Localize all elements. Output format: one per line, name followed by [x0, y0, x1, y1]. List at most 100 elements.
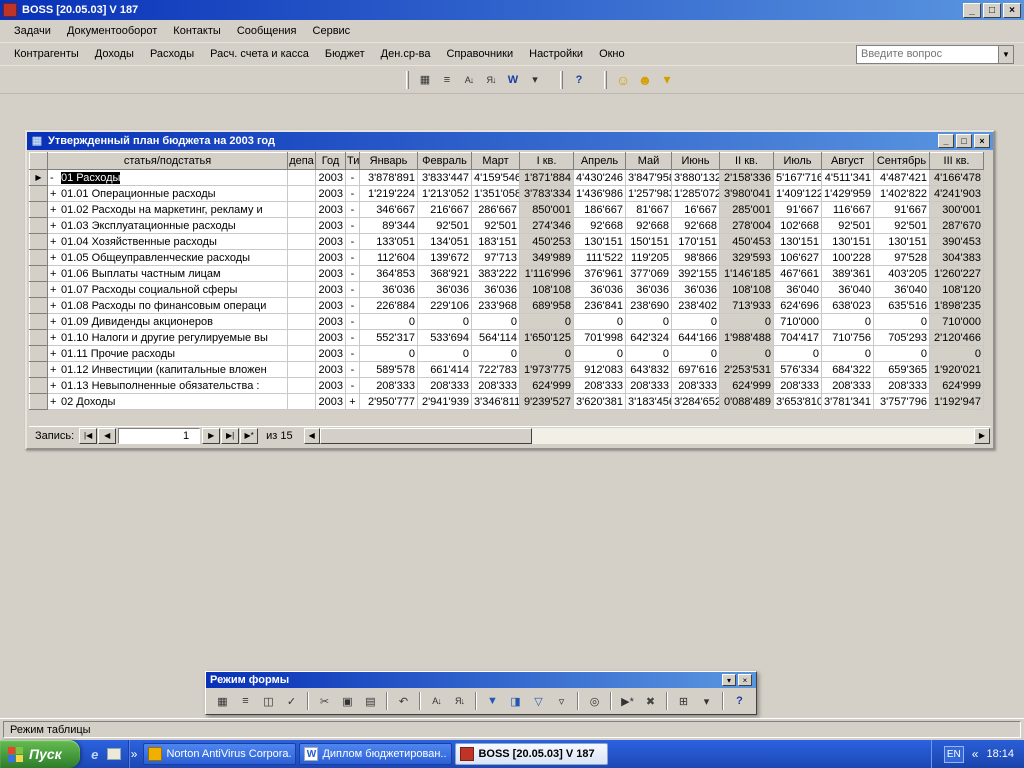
- type-cell[interactable]: -: [346, 362, 360, 378]
- article-cell[interactable]: +01.08 Расходы по финансовым операци: [48, 298, 288, 314]
- value-cell[interactable]: 36'036: [672, 282, 720, 298]
- value-cell[interactable]: 576'334: [774, 362, 822, 378]
- value-cell[interactable]: 701'998: [574, 330, 626, 346]
- database-window-icon[interactable]: ⊞: [672, 691, 695, 711]
- select-all-corner[interactable]: [30, 153, 48, 170]
- help-icon[interactable]: ?: [728, 691, 751, 711]
- minimize-button[interactable]: _: [963, 3, 981, 18]
- dept-cell[interactable]: [288, 282, 316, 298]
- dept-cell[interactable]: [288, 314, 316, 330]
- value-cell[interactable]: 368'921: [418, 266, 472, 282]
- value-cell[interactable]: 3'781'341: [822, 394, 874, 410]
- value-cell[interactable]: 2'253'531: [720, 362, 774, 378]
- value-cell[interactable]: 92'501: [822, 218, 874, 234]
- value-cell[interactable]: 208'333: [774, 378, 822, 394]
- value-cell[interactable]: 552'317: [360, 330, 418, 346]
- year-cell[interactable]: 2003: [316, 314, 346, 330]
- value-cell[interactable]: 16'667: [672, 202, 720, 218]
- value-cell[interactable]: 36'040: [874, 282, 930, 298]
- value-cell[interactable]: 98'866: [672, 250, 720, 266]
- value-cell[interactable]: 0: [672, 346, 720, 362]
- dept-cell[interactable]: [288, 298, 316, 314]
- undo-icon[interactable]: ↶: [392, 691, 415, 711]
- value-cell[interactable]: 130'151: [874, 234, 930, 250]
- budget-window-titlebar[interactable]: ▦ Утвержденный план бюджета на 2003 год …: [27, 132, 993, 150]
- type-cell[interactable]: -: [346, 170, 360, 186]
- value-cell[interactable]: 364'853: [360, 266, 418, 282]
- value-cell[interactable]: 81'667: [626, 202, 672, 218]
- remove-filter-icon[interactable]: ▿: [550, 691, 573, 711]
- find-icon[interactable]: ◎: [583, 691, 606, 711]
- expand-toggle-icon[interactable]: +: [50, 252, 61, 264]
- value-cell[interactable]: 0: [574, 346, 626, 362]
- value-cell[interactable]: 130'151: [774, 234, 822, 250]
- type-cell[interactable]: -: [346, 282, 360, 298]
- value-cell[interactable]: 533'694: [418, 330, 472, 346]
- value-cell[interactable]: 377'069: [626, 266, 672, 282]
- value-cell[interactable]: 216'667: [418, 202, 472, 218]
- sort-ascending-icon[interactable]: А↓: [425, 691, 448, 711]
- maximize-button[interactable]: □: [983, 3, 1001, 18]
- value-cell[interactable]: 0: [360, 314, 418, 330]
- row-selector[interactable]: [30, 266, 48, 282]
- value-cell[interactable]: 0: [574, 314, 626, 330]
- value-cell[interactable]: 208'333: [626, 378, 672, 394]
- value-cell[interactable]: 108'120: [930, 282, 984, 298]
- value-cell[interactable]: 274'346: [520, 218, 574, 234]
- year-cell[interactable]: 2003: [316, 234, 346, 250]
- value-cell[interactable]: 1'429'959: [822, 186, 874, 202]
- row-selector[interactable]: [30, 362, 48, 378]
- menu2-item-8[interactable]: Настройки: [521, 44, 591, 64]
- column-header-9[interactable]: Апрель: [574, 153, 626, 170]
- column-header-11[interactable]: Июнь: [672, 153, 720, 170]
- value-cell[interactable]: 644'166: [672, 330, 720, 346]
- value-cell[interactable]: 278'004: [720, 218, 774, 234]
- menu2-item-3[interactable]: Расходы: [142, 44, 202, 64]
- value-cell[interactable]: 130'151: [822, 234, 874, 250]
- value-cell[interactable]: 4'430'246: [574, 170, 626, 186]
- value-cell[interactable]: 1'285'072: [672, 186, 720, 202]
- taskbar-button[interactable]: BOSS [20.05.03] V 187: [455, 743, 608, 765]
- value-cell[interactable]: 1'988'488: [720, 330, 774, 346]
- dept-cell[interactable]: [288, 266, 316, 282]
- column-header-3[interactable]: Год: [316, 153, 346, 170]
- value-cell[interactable]: 1'213'052: [418, 186, 472, 202]
- menu1-item-2[interactable]: Документооборот: [59, 21, 165, 41]
- type-cell[interactable]: -: [346, 346, 360, 362]
- scrollbar-thumb[interactable]: [320, 428, 532, 444]
- article-cell[interactable]: +01.09 Дивиденды акционеров: [48, 314, 288, 330]
- article-cell[interactable]: +01.04 Хозяйственные расходы: [48, 234, 288, 250]
- value-cell[interactable]: 36'036: [472, 282, 520, 298]
- value-cell[interactable]: 635'516: [874, 298, 930, 314]
- value-cell[interactable]: 403'205: [874, 266, 930, 282]
- value-cell[interactable]: 97'528: [874, 250, 930, 266]
- value-cell[interactable]: 208'333: [874, 378, 930, 394]
- help-icon[interactable]: ?: [568, 70, 590, 90]
- row-selector[interactable]: [30, 346, 48, 362]
- value-cell[interactable]: 238'690: [626, 298, 672, 314]
- value-cell[interactable]: 329'593: [720, 250, 774, 266]
- value-cell[interactable]: 208'333: [822, 378, 874, 394]
- close-button[interactable]: ×: [1003, 3, 1021, 18]
- value-cell[interactable]: 130'151: [574, 234, 626, 250]
- value-cell[interactable]: 1'650'125: [520, 330, 574, 346]
- value-cell[interactable]: 186'667: [574, 202, 626, 218]
- value-cell[interactable]: 92'501: [418, 218, 472, 234]
- sort-descending-icon[interactable]: Я↓: [448, 691, 471, 711]
- article-cell[interactable]: +01.01 Операционные расходы: [48, 186, 288, 202]
- value-cell[interactable]: 36'036: [626, 282, 672, 298]
- row-selector[interactable]: [30, 234, 48, 250]
- value-cell[interactable]: 4'166'478: [930, 170, 984, 186]
- value-cell[interactable]: 112'604: [360, 250, 418, 266]
- value-cell[interactable]: 304'383: [930, 250, 984, 266]
- value-cell[interactable]: 0: [672, 314, 720, 330]
- value-cell[interactable]: 91'667: [874, 202, 930, 218]
- value-cell[interactable]: 108'108: [520, 282, 574, 298]
- row-selector[interactable]: ▶: [30, 170, 48, 186]
- value-cell[interactable]: 108'108: [720, 282, 774, 298]
- value-cell[interactable]: 710'756: [822, 330, 874, 346]
- year-cell[interactable]: 2003: [316, 298, 346, 314]
- value-cell[interactable]: 392'155: [672, 266, 720, 282]
- value-cell[interactable]: 2'941'939: [418, 394, 472, 410]
- value-cell[interactable]: 710'000: [930, 314, 984, 330]
